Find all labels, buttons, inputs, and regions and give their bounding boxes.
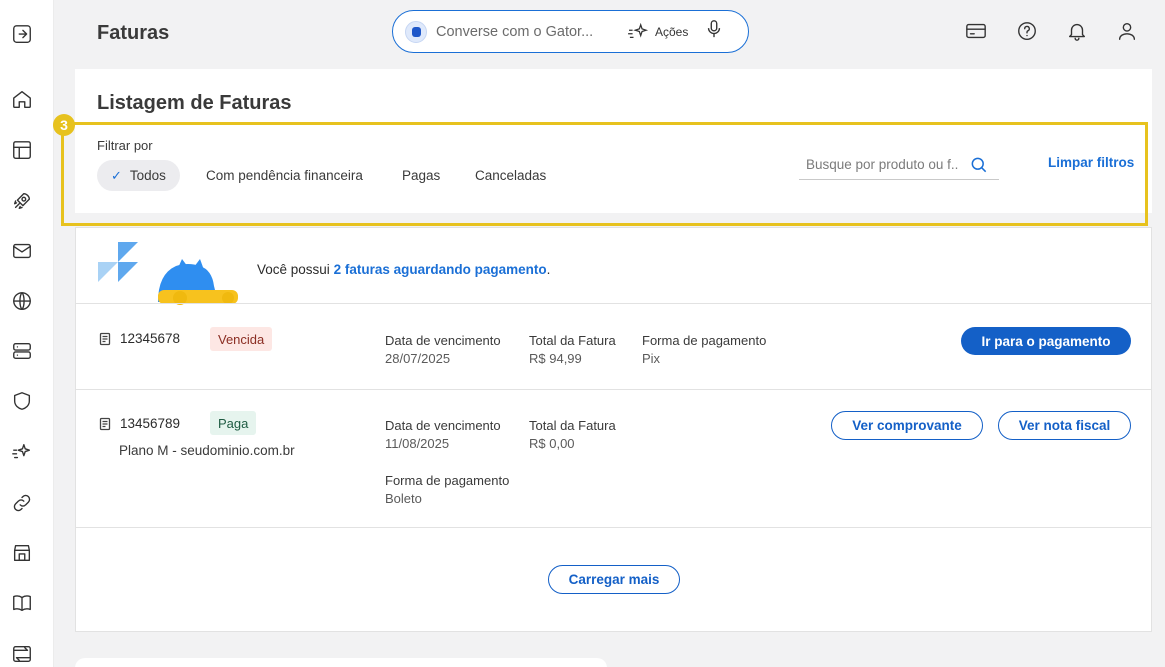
divider <box>75 389 1152 390</box>
view-invoice-button[interactable]: Ver nota fiscal <box>998 411 1131 440</box>
divider <box>75 303 1152 304</box>
chip-label: Com pendência financeira <box>206 168 363 183</box>
check-icon: ✓ <box>111 167 122 183</box>
sidebar <box>0 0 54 667</box>
status-badge: Vencida <box>210 327 273 351</box>
notice-prefix: Você possui <box>257 262 334 277</box>
filter-label: Filtrar por <box>97 138 153 153</box>
payment-method-value: Boleto <box>385 491 422 506</box>
invoice-search <box>799 150 999 180</box>
payment-method-value: Pix <box>642 351 661 366</box>
search-icon[interactable] <box>969 155 989 175</box>
help-icon[interactable] <box>1016 20 1038 42</box>
total-label: Total da Fatura <box>529 333 616 348</box>
plan-description: Plano M - seudominio.com.br <box>119 443 295 458</box>
credit-card-icon[interactable] <box>965 20 987 42</box>
load-more-button[interactable]: Carregar mais <box>548 565 680 594</box>
payment-method-label: Forma de pagamento <box>385 473 510 488</box>
sparkle-icon <box>628 22 649 38</box>
bell-icon[interactable] <box>1066 20 1088 42</box>
shield-icon[interactable] <box>10 389 34 413</box>
actions-label: Ações <box>655 24 689 39</box>
filter-chip-pagas[interactable]: Pagas <box>388 160 454 191</box>
sparkle-icon[interactable] <box>10 440 34 464</box>
filter-chip-todos[interactable]: ✓ Todos <box>97 160 180 191</box>
server-icon[interactable] <box>10 339 34 363</box>
notice-suffix: . <box>546 262 551 277</box>
invoice-search-input[interactable] <box>799 157 959 172</box>
mail-icon[interactable] <box>10 239 34 263</box>
expand-sidebar-icon[interactable] <box>10 22 34 46</box>
due-date-label: Data de vencimento <box>385 333 501 348</box>
invoice-number: 12345678 <box>120 331 181 346</box>
payment-method-label: Forma de pagamento <box>642 333 767 348</box>
user-icon[interactable] <box>1116 20 1138 42</box>
document-icon <box>98 417 112 431</box>
filter-chip-pendencia[interactable]: Com pendência financeira <box>192 160 377 191</box>
chip-label: Todos <box>129 168 166 183</box>
actions-button[interactable]: Ações <box>627 22 689 41</box>
page-title: Faturas <box>97 22 170 44</box>
home-icon[interactable] <box>10 87 34 111</box>
total-value: R$ 94,99 <box>529 351 582 366</box>
step-badge: 3 <box>53 114 75 136</box>
pending-notice: Você possui 2 faturas aguardando pagamen… <box>257 262 550 277</box>
invoice-number: 13456789 <box>120 416 181 431</box>
gator-mascot-illustration <box>98 242 238 305</box>
gator-chat-bar[interactable]: Converse com o Gator... Ações <box>392 10 749 53</box>
clear-filters-link[interactable]: Limpar filtros <box>1048 155 1134 170</box>
microphone-icon[interactable] <box>706 19 722 44</box>
store-icon[interactable] <box>10 541 34 565</box>
total-value: R$ 0,00 <box>529 436 575 451</box>
due-date-value: 28/07/2025 <box>385 351 451 366</box>
filter-chip-canceladas[interactable]: Canceladas <box>461 160 560 191</box>
chip-label: Canceladas <box>475 168 547 183</box>
section-title: Listagem de Faturas <box>97 92 292 114</box>
transfer-icon[interactable] <box>10 642 34 666</box>
due-date-label: Data de vencimento <box>385 418 501 433</box>
next-card <box>75 658 607 667</box>
status-badge: Paga <box>210 411 257 435</box>
due-date-value: 11/08/2025 <box>385 436 450 451</box>
total-label: Total da Fatura <box>529 418 616 433</box>
go-to-payment-button[interactable]: Ir para o pagamento <box>961 327 1131 355</box>
pending-invoices-link[interactable]: 2 faturas aguardando pagamento <box>334 262 547 277</box>
chat-input[interactable]: Converse com o Gator... <box>436 24 611 40</box>
book-icon[interactable] <box>10 591 34 615</box>
gator-avatar-icon <box>405 20 427 43</box>
link-icon[interactable] <box>10 491 34 515</box>
rocket-icon[interactable] <box>10 189 34 213</box>
filter-card <box>75 69 1152 213</box>
dashboard-icon[interactable] <box>10 138 34 162</box>
chip-label: Pagas <box>402 168 441 183</box>
divider <box>75 527 1152 528</box>
globe-icon[interactable] <box>10 289 34 313</box>
view-receipt-button[interactable]: Ver comprovante <box>831 411 983 440</box>
document-icon <box>98 332 112 346</box>
